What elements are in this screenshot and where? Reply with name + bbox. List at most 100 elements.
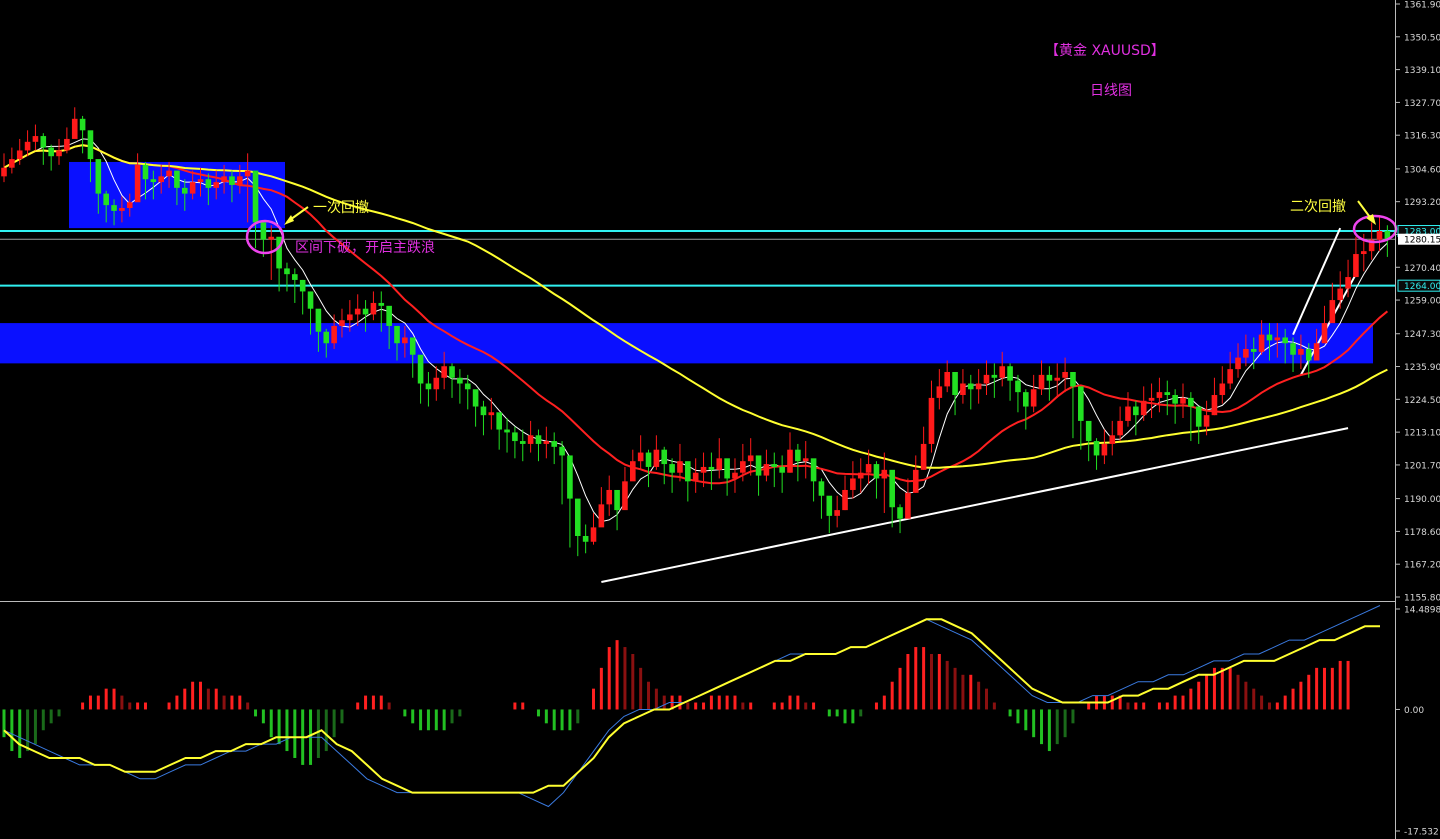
candle-body-77 (606, 489, 613, 505)
candle-body-145 (1140, 400, 1147, 416)
candle-body-7 (56, 150, 62, 157)
candle-body-143 (1125, 406, 1131, 421)
candle-body-41 (323, 331, 330, 344)
candle-body-123 (967, 383, 974, 390)
candle-body-124 (975, 383, 982, 390)
candle-body-91 (716, 458, 723, 470)
price-tick-label: 1247.30 (1404, 330, 1440, 340)
candle-body-115 (905, 492, 911, 519)
chart-title: 【黄金 XAUUSD】 (1045, 42, 1165, 59)
candle-body-39 (307, 291, 314, 309)
candle-body-25 (197, 179, 204, 183)
candle-body-44 (347, 314, 353, 321)
price-tick-label: 1190.00 (1404, 495, 1440, 505)
candle-body-103 (810, 458, 817, 482)
candle-body-78 (614, 489, 620, 511)
price-tick-label: 1213.10 (1404, 429, 1440, 439)
candle-body-92 (724, 458, 730, 479)
candle-body-27 (213, 182, 220, 188)
candle-body-63 (496, 412, 502, 430)
candle-body-33 (260, 222, 267, 240)
candle-body-140 (1101, 443, 1108, 456)
candle-body-36 (284, 268, 290, 275)
candle-body-76 (598, 504, 605, 528)
candle-body-13 (103, 193, 109, 206)
candle-body-101 (795, 449, 801, 462)
candle-body-52 (409, 337, 416, 355)
price-tick-label: 1167.20 (1404, 561, 1440, 571)
candle-body-122 (960, 383, 966, 396)
candle-body-55 (433, 377, 440, 390)
candle-body-70 (551, 441, 557, 447)
candle-body-148 (1164, 392, 1171, 396)
candle-body-132 (1038, 374, 1045, 390)
candle-body-51 (402, 337, 408, 344)
price-tick-label: 1304.60 (1404, 165, 1440, 175)
candle-body-155 (1219, 383, 1226, 396)
candle-body-120 (944, 371, 950, 387)
candle-body-139 (1093, 441, 1100, 456)
zone-1 (0, 323, 1373, 364)
candle-body-75 (590, 527, 597, 542)
candle-body-6 (48, 147, 54, 157)
candle-body-87 (685, 461, 691, 482)
candle-body-159 (1250, 348, 1257, 352)
background (0, 0, 1440, 839)
candle-body-98 (771, 464, 778, 467)
candle-body-61 (480, 406, 487, 416)
candle-body-9 (71, 118, 78, 139)
candle-body-99 (779, 466, 785, 473)
candle-body-153 (1203, 415, 1210, 427)
candle-body-49 (386, 305, 392, 326)
price-tick-label: 1270.40 (1404, 264, 1440, 274)
candle-body-42 (331, 325, 337, 344)
price-tick-label: 1178.60 (1404, 528, 1440, 538)
candle-body-20 (158, 176, 164, 183)
price-marker-label: 1264.00 (1404, 282, 1440, 292)
candle-body-31 (244, 170, 251, 177)
candle-body-141 (1109, 435, 1116, 444)
candle-body-12 (95, 159, 102, 194)
candle-body-79 (622, 481, 628, 511)
candle-body-164 (1290, 343, 1296, 355)
candle-body-149 (1172, 395, 1178, 404)
candle-body-43 (339, 320, 345, 326)
price-tick-label: 1155.80 (1404, 594, 1440, 604)
candle-body-74 (582, 536, 589, 542)
candle-body-29 (229, 176, 235, 185)
candle-body-169 (1329, 300, 1336, 324)
candle-body-102 (802, 458, 809, 462)
candle-body-118 (928, 397, 935, 444)
candle-body-88 (692, 472, 699, 482)
candle-body-105 (826, 495, 833, 516)
candle-body-106 (834, 510, 840, 516)
candle-body-19 (150, 179, 157, 183)
candle-body-71 (559, 446, 565, 456)
candle-body-173 (1360, 251, 1367, 255)
candle-body-81 (637, 452, 644, 462)
candle-body-127 (999, 366, 1006, 378)
price-tick-label: 1259.00 (1404, 297, 1440, 307)
candle-body-0 (1, 167, 7, 177)
candle-body-162 (1274, 337, 1281, 341)
osc-tick-label: 14.4898 (1404, 606, 1440, 616)
candle-body-128 (1007, 366, 1013, 381)
candle-body-93 (732, 472, 738, 479)
candle-body-131 (1030, 389, 1037, 407)
price-tick-label: 1316.30 (1404, 132, 1440, 142)
candle-body-86 (677, 461, 683, 473)
candle-body-110 (865, 464, 872, 473)
candle-body-30 (237, 176, 243, 185)
candle-body-73 (574, 498, 581, 537)
chart-canvas: 一次回撤 二次回撤 区间下破，开启主跌浪 【黄金 XAUUSD】 日线图 136… (0, 0, 1440, 839)
candle-body-5 (40, 136, 47, 148)
candle-body-104 (818, 481, 825, 496)
price-tick-label: 1235.90 (1404, 363, 1440, 373)
candle-body-64 (504, 429, 510, 433)
candle-body-142 (1117, 420, 1123, 436)
candle-body-165 (1298, 348, 1304, 355)
candle-body-170 (1337, 288, 1343, 301)
candle-body-136 (1070, 371, 1076, 387)
candle-body-135 (1062, 371, 1068, 378)
price-tick-label: 1201.70 (1404, 461, 1440, 471)
